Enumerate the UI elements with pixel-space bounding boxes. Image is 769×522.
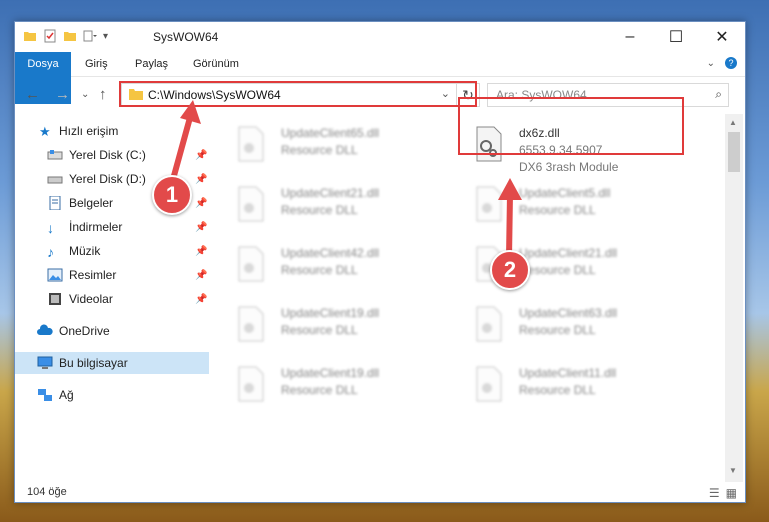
step-1-badge: 1 <box>152 175 192 215</box>
arrow-2-icon <box>498 178 522 259</box>
arrow-1-icon <box>169 100 201 184</box>
annotation-arrows <box>169 100 522 259</box>
step-2-badge: 2 <box>490 250 530 290</box>
